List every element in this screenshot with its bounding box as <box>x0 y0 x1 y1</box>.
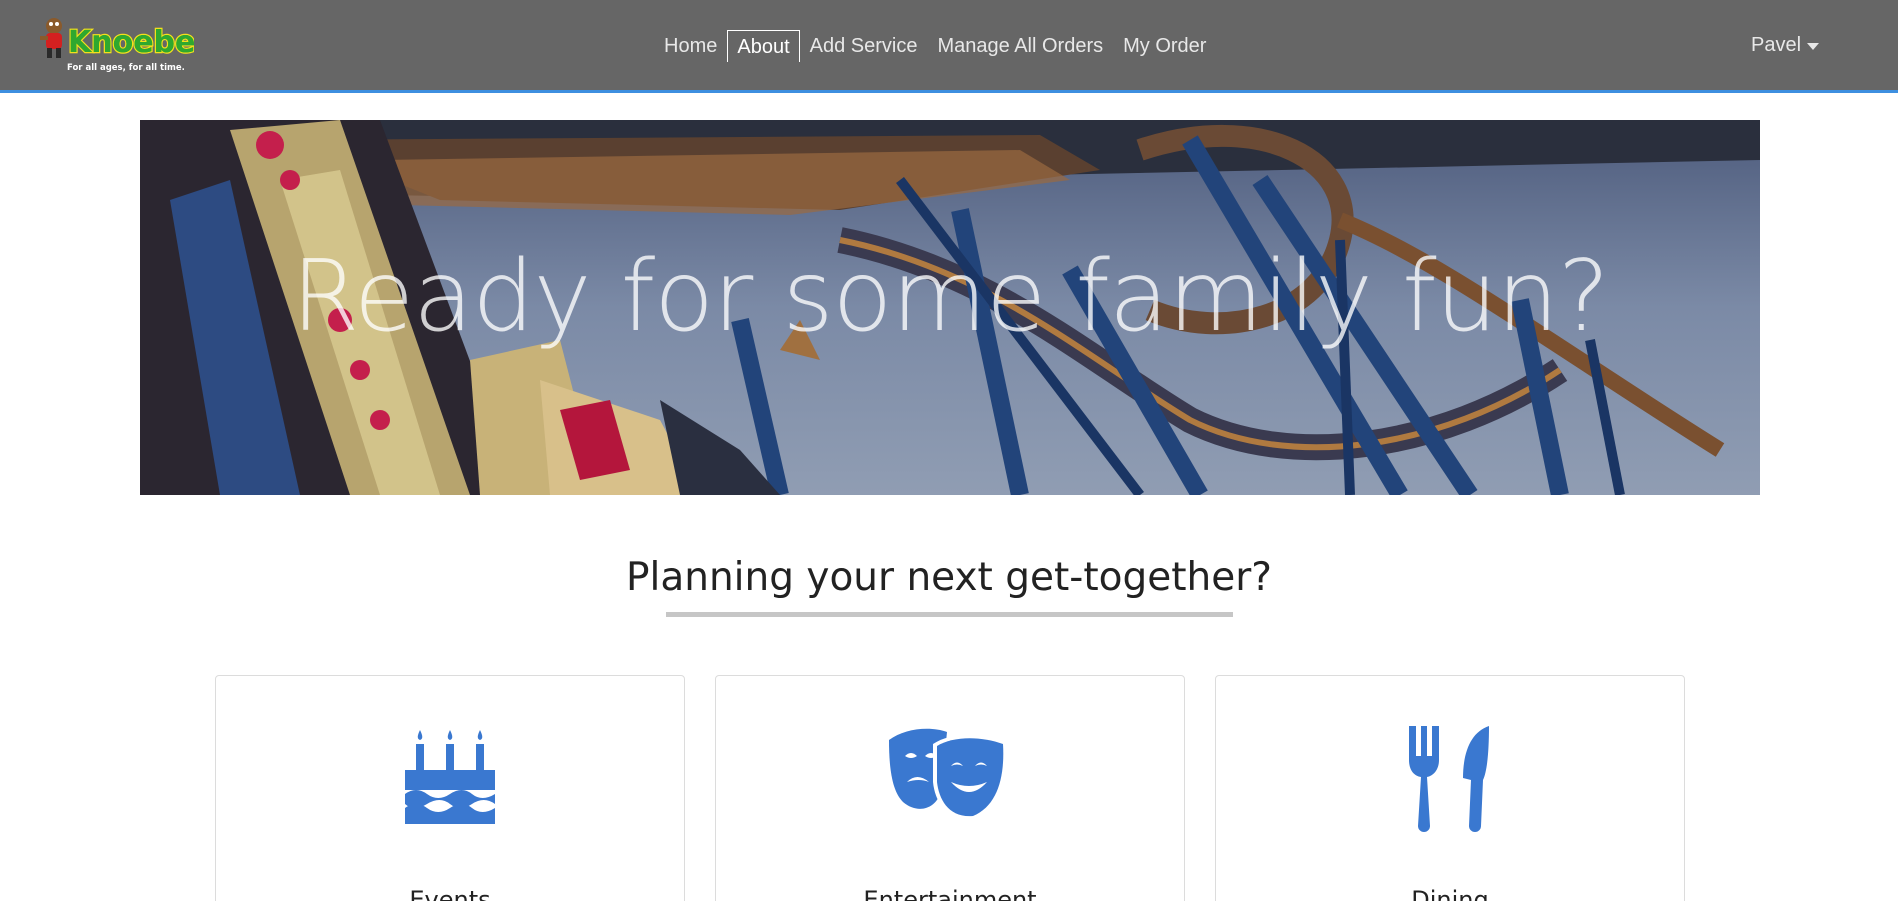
brand-logo[interactable]: Knoebels Knoebels For all ages, for all … <box>34 12 225 76</box>
card-label-events: Events <box>409 886 491 901</box>
main-nav: Home About Add Service Manage All Orders… <box>654 30 1216 62</box>
nav-my-order[interactable]: My Order <box>1113 30 1216 62</box>
theater-masks-icon <box>716 722 1184 832</box>
hero-title: Ready for some family fun? <box>291 240 1610 354</box>
nav-about[interactable]: About <box>727 30 800 62</box>
title-underline <box>666 612 1233 617</box>
card-label-dining: Dining <box>1411 886 1489 901</box>
card-dining[interactable]: Dining <box>1215 675 1685 901</box>
section-title: Planning your next get-together? <box>625 555 1273 600</box>
hero-banner: Ready for some family fun? <box>140 120 1760 495</box>
card-entertainment[interactable]: Entertainment <box>715 675 1185 901</box>
nav-manage-all-orders[interactable]: Manage All Orders <box>927 30 1113 62</box>
svg-text:Knoebels: Knoebels <box>68 25 194 60</box>
brand-tagline: For all ages, for all time. <box>67 63 185 73</box>
nav-add-service[interactable]: Add Service <box>800 30 928 62</box>
user-menu-dropdown[interactable]: Pavel <box>1751 34 1820 57</box>
nav-home[interactable]: Home <box>654 30 727 62</box>
caret-down-icon <box>1807 43 1820 50</box>
utensils-icon <box>1216 722 1684 832</box>
user-name: Pavel <box>1751 34 1802 56</box>
card-events[interactable]: Events <box>215 675 685 901</box>
navbar: Knoebels Knoebels For all ages, for all … <box>0 0 1898 93</box>
card-label-entertainment: Entertainment <box>863 886 1037 901</box>
birthday-cake-icon <box>216 722 684 832</box>
